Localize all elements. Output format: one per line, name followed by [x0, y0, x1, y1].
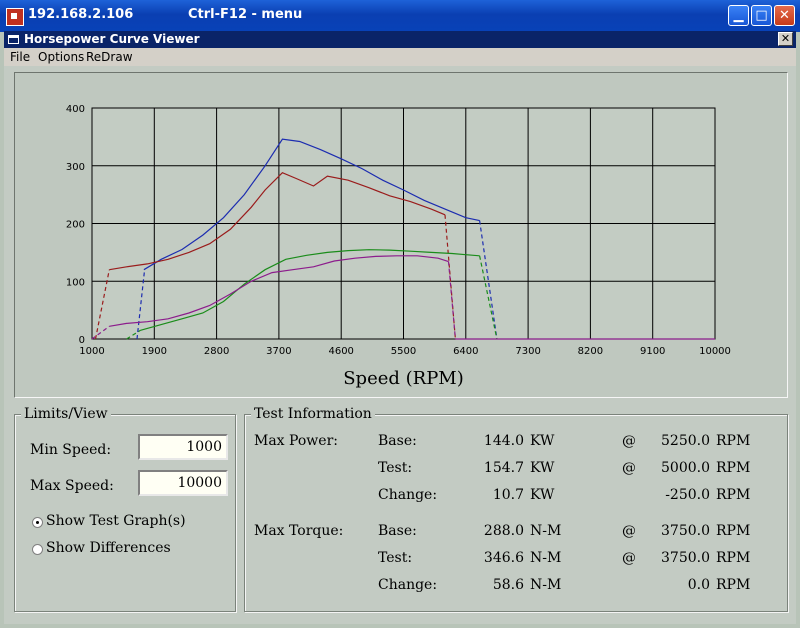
window-menu-title: Ctrl-F12 - menu: [188, 7, 303, 22]
y-tick-label: 300: [66, 162, 85, 173]
show-diff-radio[interactable]: [32, 544, 43, 555]
show-test-radio[interactable]: [32, 517, 43, 528]
torque-base-unit: N-M: [530, 523, 562, 539]
max-power-label: Max Power:: [254, 433, 338, 449]
torque-test-value: 346.6: [483, 550, 524, 566]
max-speed-label: Max Speed:: [30, 478, 114, 494]
close-button[interactable]: ✕: [774, 5, 795, 26]
minimize-icon: ▁: [733, 8, 744, 23]
x-tick-label: 3700: [266, 346, 291, 357]
app-caption-bar: Horsepower Curve Viewer ✕: [4, 31, 796, 48]
limits-view-title: Limits/View: [21, 406, 111, 422]
min-speed-label: Min Speed:: [30, 442, 112, 458]
power-base-rpm-value: 5250.0: [661, 433, 710, 449]
torque-change-rpm-value: 0.0: [687, 577, 710, 593]
x-tick-label: 2800: [204, 346, 229, 357]
show-test-label[interactable]: Show Test Graph(s): [46, 513, 186, 529]
y-tick-label: 0: [79, 335, 85, 346]
torque-base-at: @: [622, 523, 636, 539]
torque-test-at: @: [622, 550, 636, 566]
menu-bar: File Options ReDraw: [4, 48, 796, 66]
maximize-button[interactable]: □: [751, 5, 772, 26]
test-info-title: Test Information: [251, 406, 375, 422]
x-tick-label: 9100: [640, 346, 665, 357]
app-close-button[interactable]: ✕: [778, 32, 793, 46]
power-change-rpm-value: -250.0: [665, 487, 710, 503]
power-test-rpm-unit: RPM: [716, 460, 751, 476]
power-base-at: @: [622, 433, 636, 449]
torque-test-unit: N-M: [530, 550, 562, 566]
x-tick-label: 8200: [578, 346, 603, 357]
power-base-unit: KW: [530, 433, 555, 449]
power-base-value: 144.0: [483, 433, 524, 449]
torque-test-label: Test:: [378, 550, 413, 566]
x-tick-label: 10000: [699, 346, 731, 357]
power-test-unit: KW: [530, 460, 555, 476]
torque-test-rpm-unit: RPM: [716, 550, 751, 566]
maximize-icon: □: [755, 8, 768, 23]
app-title: Horsepower Curve Viewer: [24, 32, 200, 46]
torque-change-unit: N-M: [530, 577, 562, 593]
max-speed-input[interactable]: 10000: [138, 470, 228, 496]
y-tick-label: 400: [66, 104, 85, 115]
power-change-rpm-unit: RPM: [716, 487, 751, 503]
title-bar: 192.168.2.106 Ctrl-F12 - menu ▁ □ ✕: [0, 0, 800, 32]
power-test-rpm-value: 5000.0: [661, 460, 710, 476]
x-tick-label: 6400: [453, 346, 478, 357]
x-axis-label: Speed (RPM): [343, 368, 464, 389]
power-test-label: Test:: [378, 460, 413, 476]
x-tick-label: 5500: [391, 346, 416, 357]
power-base-label: Base:: [378, 433, 417, 449]
x-tick-label: 4600: [328, 346, 353, 357]
power-test-at: @: [622, 460, 636, 476]
torque-change-rpm-unit: RPM: [716, 577, 751, 593]
max-torque-label: Max Torque:: [254, 523, 344, 539]
torque-base-rpm-unit: RPM: [716, 523, 751, 539]
torque-test-rpm-value: 3750.0: [661, 550, 710, 566]
window-icon: [8, 35, 19, 44]
window-title: 192.168.2.106: [28, 7, 134, 22]
x-tick-label: 7300: [515, 346, 540, 357]
y-tick-label: 200: [66, 220, 85, 231]
app-icon: [6, 8, 24, 26]
torque-base-label: Base:: [378, 523, 417, 539]
x-tick-label: 1900: [142, 346, 167, 357]
torque-base-rpm-value: 3750.0: [661, 523, 710, 539]
power-base-rpm-unit: RPM: [716, 433, 751, 449]
horsepower-chart: 1000 1900 2800 3700 4600 5500 6400 7300 8200 9100…: [66, 104, 731, 389]
y-tick-label: 100: [66, 277, 85, 288]
x-tick-label: 1000: [79, 346, 104, 357]
close-icon: ✕: [779, 8, 790, 23]
menu-file[interactable]: File: [10, 50, 30, 64]
torque-base-value: 288.0: [483, 523, 524, 539]
power-change-unit: KW: [530, 487, 555, 503]
torque-change-label: Change:: [378, 577, 438, 593]
menu-options[interactable]: Options: [38, 50, 84, 64]
power-test-value: 154.7: [483, 460, 524, 476]
power-change-label: Change:: [378, 487, 438, 503]
show-diff-label[interactable]: Show Differences: [46, 540, 171, 556]
torque-change-value: 58.6: [492, 577, 524, 593]
menu-redraw[interactable]: ReDraw: [86, 50, 133, 64]
min-speed-input[interactable]: 1000: [138, 434, 228, 460]
power-change-value: 10.7: [492, 487, 524, 503]
minimize-button[interactable]: ▁: [728, 5, 749, 26]
